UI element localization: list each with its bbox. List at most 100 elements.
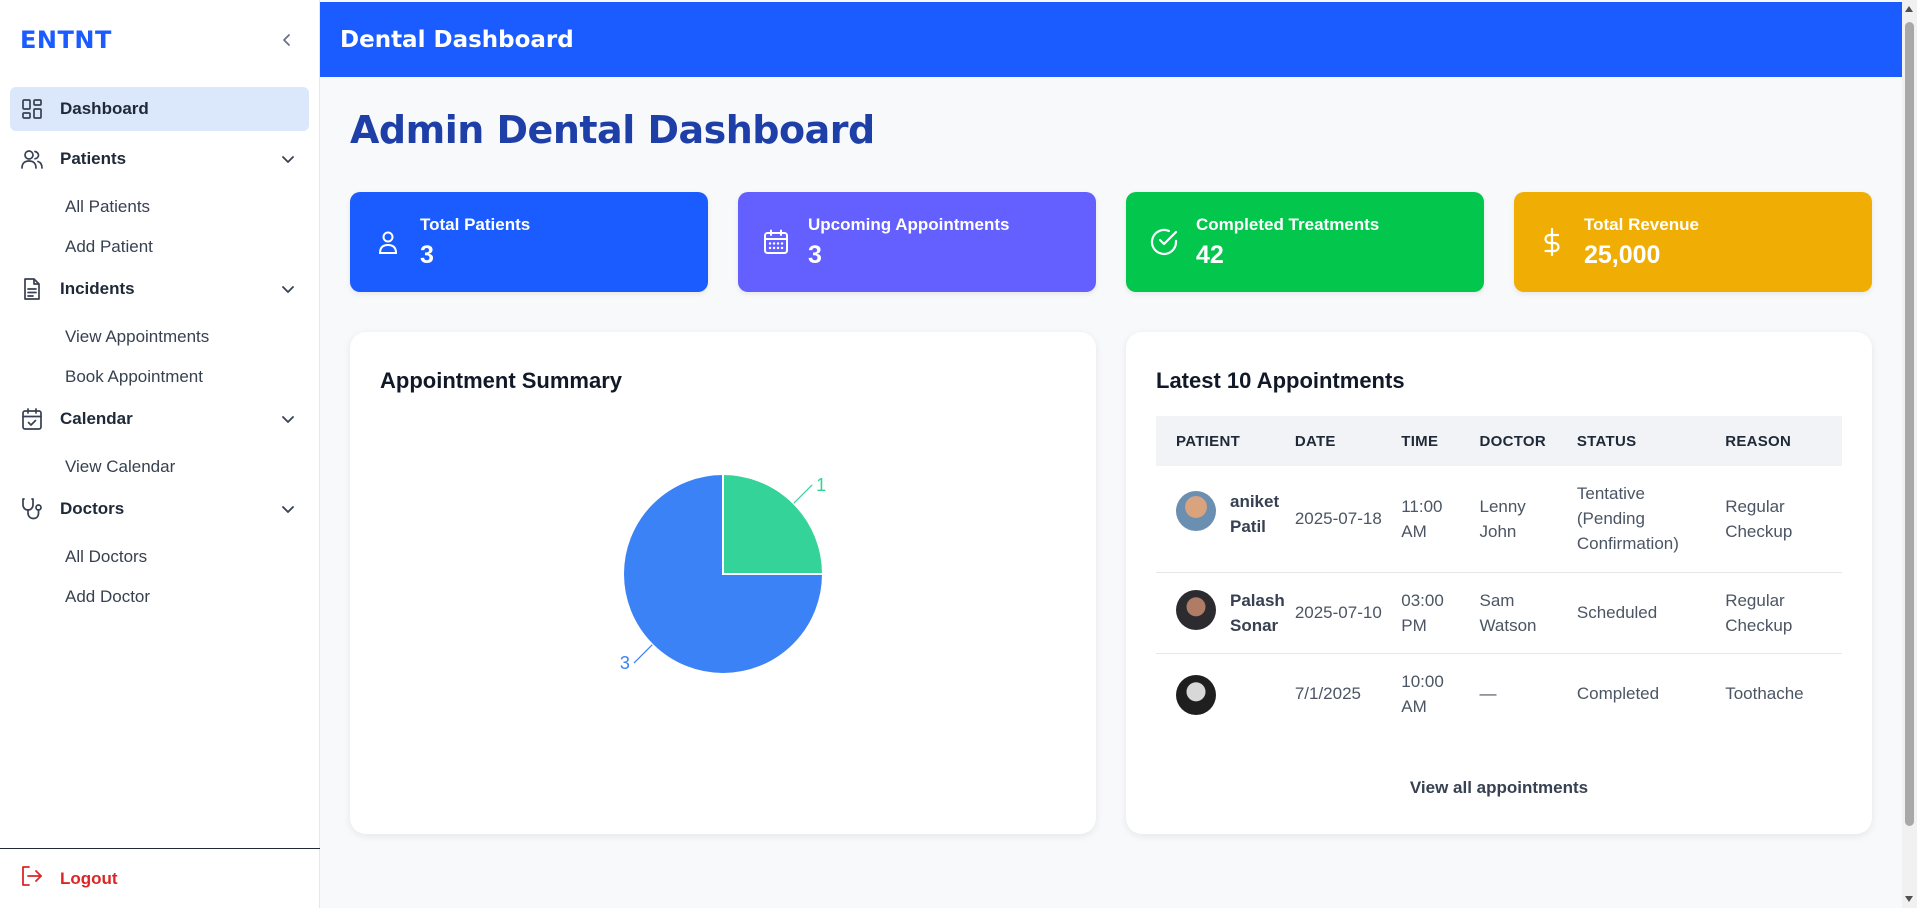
chevron-down-icon[interactable] <box>277 148 299 170</box>
pie-label-line <box>633 644 653 664</box>
sidebar-subitem-view-appointments[interactable]: View Appointments <box>65 317 309 357</box>
header-title: Dental Dashboard <box>340 26 574 53</box>
chevron-down-icon[interactable] <box>277 278 299 300</box>
pie-data-label: 1 <box>816 475 826 495</box>
doctor-cell: — <box>1479 684 1497 704</box>
stethoscope-icon <box>20 497 44 521</box>
time-cell: 10:00 AM <box>1401 671 1444 716</box>
pie-chart: 13 <box>620 472 826 675</box>
incidents-submenu: View Appointments Book Appointment <box>10 317 309 397</box>
avatar <box>1176 674 1216 715</box>
time-cell: 03:00 PM <box>1401 590 1444 635</box>
sidebar-item-label: Calendar <box>60 409 133 428</box>
sidebar-item-label: Doctors <box>60 499 125 518</box>
calendar-submenu: View Calendar <box>10 447 309 487</box>
users-icon <box>20 147 44 171</box>
stat-value: 25,000 <box>1584 240 1661 269</box>
scroll-down-arrow-icon[interactable] <box>1905 896 1913 902</box>
view-all-appointments-link[interactable]: View all appointments <box>1126 778 1872 798</box>
time-cell: 11:00 AM <box>1401 496 1443 541</box>
table-row[interactable]: Palash Sonar 2025-07-10 03:00 PM Sam Wat… <box>1156 572 1842 653</box>
logout-button[interactable]: Logout <box>0 848 320 908</box>
check-circle-icon <box>1148 226 1180 258</box>
pie-data-label: 3 <box>620 653 630 673</box>
logout-label: Logout <box>60 868 118 888</box>
status-cell: Tentative (Pending Confirmation) <box>1576 484 1679 554</box>
stat-text: Total Patients 3 <box>420 215 530 270</box>
stat-text: Completed Treatments 42 <box>1196 215 1379 270</box>
stat-label: Completed Treatments <box>1196 214 1380 234</box>
top-header: Dental Dashboard <box>320 2 1902 77</box>
stat-label: Total Patients <box>420 214 531 234</box>
latest-appointments-card: Latest 10 Appointments PATIENT DATE TIME… <box>1126 332 1872 834</box>
stat-text: Upcoming Appointments 3 <box>808 215 1009 270</box>
stat-value: 42 <box>1196 240 1224 269</box>
patients-submenu: All Patients Add Patient <box>10 187 309 267</box>
scroll-up-arrow-icon[interactable] <box>1905 6 1913 12</box>
table-row[interactable]: 7/1/2025 10:00 AM — Completed Toothache <box>1156 653 1842 734</box>
column-header: TIME <box>1401 432 1439 450</box>
column-header: REASON <box>1725 432 1792 450</box>
sidebar-header: ENTNT <box>0 0 319 80</box>
chevron-left-icon[interactable] <box>277 30 297 50</box>
date-cell: 2025-07-10 <box>1294 603 1382 622</box>
sidebar: ENTNT Dashboard Patients All Patients Ad… <box>0 0 320 908</box>
logout-icon <box>20 865 44 892</box>
stat-value: 3 <box>808 240 822 269</box>
doctor-cell: Lenny John <box>1479 496 1526 541</box>
patient-cell: Palash Sonar <box>1156 572 1295 653</box>
reason-cell: Regular Checkup <box>1725 590 1793 635</box>
brand-logo[interactable]: ENTNT <box>20 26 112 54</box>
sidebar-subitem-all-doctors[interactable]: All Doctors <box>65 537 309 577</box>
scrollbar-thumb[interactable] <box>1905 22 1914 826</box>
patient-name: Palash Sonar <box>1230 590 1285 635</box>
doctors-submenu: All Doctors Add Doctor <box>10 537 309 617</box>
stat-text: Total Revenue 25,000 <box>1584 215 1699 270</box>
patient-cell <box>1156 653 1295 734</box>
avatar <box>1176 490 1216 531</box>
document-icon <box>20 277 44 301</box>
sidebar-subitem-view-calendar[interactable]: View Calendar <box>65 447 309 487</box>
stat-card-total-patients: Total Patients 3 <box>350 192 708 292</box>
appointments-table: PATIENT DATE TIME DOCTOR STATUS REASON a… <box>1156 416 1842 734</box>
calendar-check-icon <box>20 407 44 431</box>
sidebar-item-doctors[interactable]: Doctors <box>10 487 309 531</box>
date-cell: 2025-07-18 <box>1294 509 1382 529</box>
sidebar-subitem-book-appointment[interactable]: Book Appointment <box>65 357 309 397</box>
doctor-cell: Sam Watson <box>1479 590 1537 635</box>
sidebar-item-dashboard[interactable]: Dashboard <box>10 87 309 131</box>
column-header: STATUS <box>1576 432 1637 450</box>
sidebar-item-label: Incidents <box>60 279 135 298</box>
calendar-icon <box>760 226 792 258</box>
sidebar-item-patients[interactable]: Patients <box>10 137 309 181</box>
sidebar-nav: Dashboard Patients All Patients Add Pati… <box>0 80 319 617</box>
sidebar-item-label: Dashboard <box>60 99 149 118</box>
sidebar-item-calendar[interactable]: Calendar <box>10 397 309 441</box>
patient-cell: aniket Patil <box>1156 466 1295 572</box>
chevron-down-icon[interactable] <box>277 408 299 430</box>
column-header: DATE <box>1294 432 1336 450</box>
chevron-down-icon[interactable] <box>277 498 299 520</box>
stat-card-completed-treatments: Completed Treatments 42 <box>1126 192 1484 292</box>
stat-label: Upcoming Appointments <box>808 214 1010 234</box>
stat-card-upcoming-appointments: Upcoming Appointments 3 <box>738 192 1096 292</box>
table-header-row: PATIENT DATE TIME DOCTOR STATUS REASON <box>1156 416 1842 466</box>
page-title: Admin Dental Dashboard <box>350 108 875 152</box>
sidebar-item-incidents[interactable]: Incidents <box>10 267 309 311</box>
appointment-summary-card: Appointment Summary 13 <box>350 332 1096 834</box>
sidebar-subitem-all-patients[interactable]: All Patients <box>65 187 309 227</box>
sidebar-item-label: Patients <box>60 149 127 168</box>
sidebar-subitem-add-patient[interactable]: Add Patient <box>65 227 309 267</box>
stat-value: 3 <box>420 240 434 269</box>
card-title: Latest 10 Appointments <box>1156 368 1405 393</box>
reason-cell: Regular Checkup <box>1725 496 1793 541</box>
status-cell: Scheduled <box>1576 603 1658 622</box>
stat-card-total-revenue: Total Revenue 25,000 <box>1514 192 1872 292</box>
user-icon <box>372 226 404 258</box>
stat-label: Total Revenue <box>1584 214 1699 234</box>
page-scrollbar[interactable] <box>1902 0 1917 908</box>
avatar <box>1176 589 1216 630</box>
reason-cell: Toothache <box>1725 684 1804 704</box>
sidebar-subitem-add-doctor[interactable]: Add Doctor <box>65 577 309 617</box>
table-row[interactable]: aniket Patil 2025-07-18 11:00 AM Lenny J… <box>1156 466 1842 572</box>
